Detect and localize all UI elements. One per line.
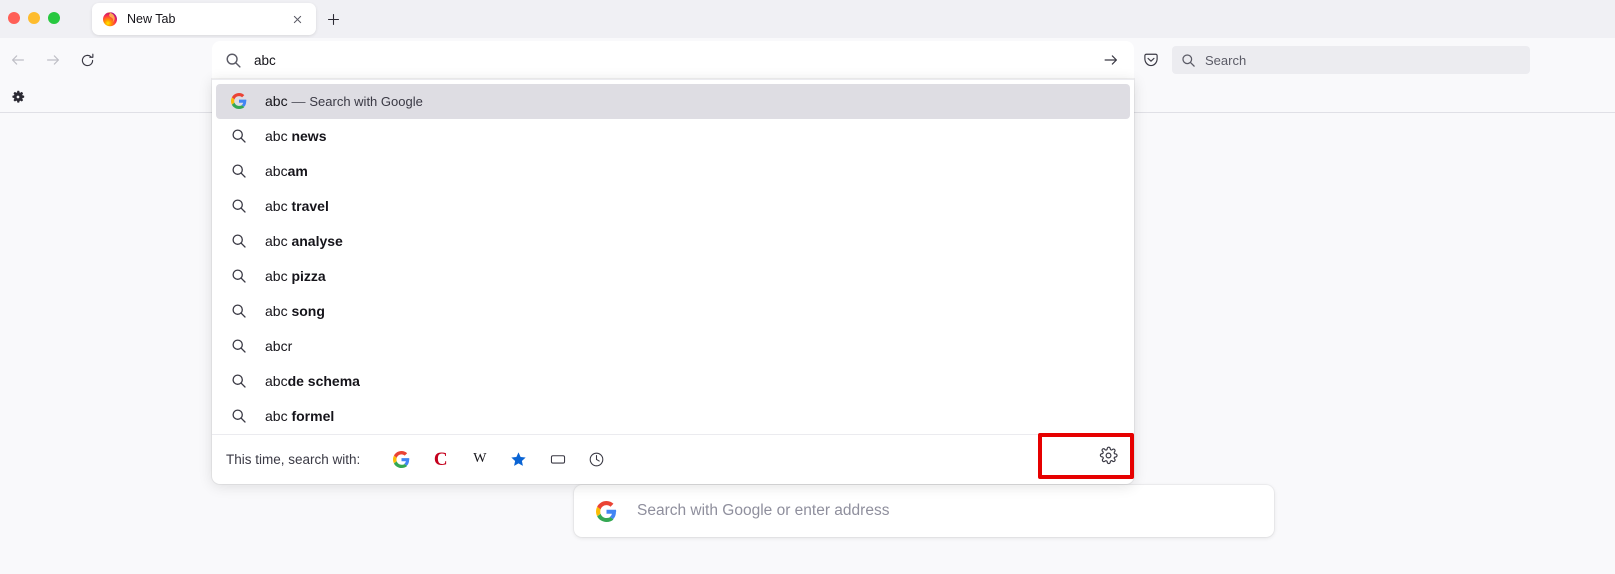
search-icon — [230, 128, 247, 145]
suggestion-text: abc formel — [265, 408, 334, 424]
window-controls — [8, 12, 60, 24]
suggestion-prefix: abc — [265, 163, 288, 180]
suggestion-suffix: pizza — [291, 268, 326, 285]
search-icon — [230, 408, 247, 425]
suggestion-dash: — — [287, 93, 310, 110]
suggestion-suffix: Search with Google — [309, 94, 423, 110]
search-icon — [230, 233, 247, 250]
suggestion-list: abc — Search with Google abc news abcam — [212, 80, 1134, 434]
close-window-button[interactable] — [8, 12, 20, 24]
browser-window: New Tab Search Search with Google or ent… — [0, 0, 1615, 574]
search-icon — [230, 268, 247, 285]
tab-strip: New Tab — [0, 0, 1615, 38]
suggestion-row[interactable]: abc news — [216, 119, 1130, 154]
suggestion-text: abc song — [265, 303, 325, 319]
arrow-right-icon[interactable] — [1098, 47, 1124, 73]
reload-icon[interactable] — [75, 48, 99, 72]
suggestion-text: abc news — [265, 128, 326, 144]
tab-new-tab[interactable]: New Tab — [92, 3, 316, 35]
one-off-engine-tabs[interactable] — [538, 444, 577, 474]
pocket-icon[interactable] — [1139, 48, 1163, 72]
suggestion-suffix: analyse — [291, 233, 343, 250]
one-off-engine-chambers[interactable]: C — [421, 444, 460, 474]
suggestion-prefix: abc — [265, 128, 292, 145]
firefox-logo-icon — [102, 11, 118, 27]
forward-arrow-icon[interactable] — [41, 48, 65, 72]
suggestion-row-search-with-google[interactable]: abc — Search with Google — [216, 83, 1130, 119]
url-bar[interactable]: abc — [212, 41, 1134, 79]
suggestion-suffix: news — [291, 128, 327, 145]
suggestion-suffix: am — [287, 163, 308, 180]
one-off-engine-google[interactable] — [382, 444, 421, 474]
one-off-engine-list: C W — [382, 444, 616, 474]
suggestion-row[interactable]: abc song — [216, 294, 1130, 329]
suggestion-prefix: abcr — [265, 338, 293, 355]
suggestion-row[interactable]: abc formel — [216, 399, 1130, 434]
toolbar-search-box[interactable]: Search — [1172, 46, 1530, 74]
minimize-window-button[interactable] — [28, 12, 40, 24]
search-icon — [1181, 53, 1196, 68]
bookmark-gear-icon[interactable] — [6, 85, 30, 109]
search-icon — [230, 163, 247, 180]
url-input[interactable]: abc — [254, 53, 1098, 68]
suggestion-prefix: abc — [265, 198, 292, 215]
one-off-engine-wikipedia[interactable]: W — [460, 444, 499, 474]
search-icon — [225, 52, 242, 69]
back-arrow-icon[interactable] — [6, 48, 30, 72]
close-tab-icon[interactable] — [288, 10, 306, 28]
one-off-engine-bookmarks[interactable] — [499, 444, 538, 474]
suggestion-row[interactable]: abcr — [216, 329, 1130, 364]
suggestion-prefix: abc — [265, 233, 292, 250]
gear-icon[interactable] — [1099, 446, 1118, 465]
suggestion-prefix: abc — [265, 303, 292, 320]
suggestion-row[interactable]: abcde schema — [216, 364, 1130, 399]
suggestion-row[interactable]: abc travel — [216, 189, 1130, 224]
newtab-search-box[interactable]: Search with Google or enter address — [574, 485, 1274, 537]
wikipedia-w-icon: W — [473, 451, 487, 467]
toolbar-search-placeholder: Search — [1205, 52, 1247, 68]
suggestion-text: abc — Search with Google — [265, 93, 423, 109]
maximize-window-button[interactable] — [48, 12, 60, 24]
clock-icon — [588, 451, 605, 468]
newtab-search-placeholder: Search with Google or enter address — [637, 502, 890, 519]
suggestion-prefix: abc — [265, 373, 288, 390]
tab-title: New Tab — [127, 12, 176, 26]
suggestion-prefix: abc — [265, 93, 288, 110]
suggestion-text: abcde schema — [265, 373, 360, 389]
suggestion-row[interactable]: abc analyse — [216, 224, 1130, 259]
one-off-search-label: This time, search with: — [226, 451, 361, 467]
google-logo-icon — [596, 500, 617, 522]
suggestion-text: abc analyse — [265, 233, 343, 249]
urlbar-results-popup: abc — Search with Google abc news abcam — [212, 79, 1134, 484]
search-icon — [230, 198, 247, 215]
search-icon — [230, 303, 247, 320]
red-c-icon: C — [433, 448, 448, 470]
suggestion-row[interactable]: abc pizza — [216, 259, 1130, 294]
suggestion-prefix: abc — [265, 268, 292, 285]
google-logo-icon — [393, 450, 410, 468]
suggestion-text: abc travel — [265, 198, 329, 214]
search-icon — [230, 338, 247, 355]
suggestion-row[interactable]: abcam — [216, 154, 1130, 189]
search-settings-highlight — [1038, 432, 1134, 479]
google-logo-icon — [230, 93, 247, 110]
suggestion-text: abcam — [265, 163, 308, 179]
one-off-engine-history[interactable] — [577, 444, 616, 474]
suggestion-suffix: song — [291, 303, 325, 320]
star-icon — [510, 451, 527, 468]
tab-rectangle-icon — [549, 450, 567, 468]
suggestion-suffix: formel — [291, 408, 335, 425]
suggestion-suffix: travel — [291, 198, 329, 215]
suggestion-suffix: de schema — [287, 373, 360, 390]
suggestion-prefix: abc — [265, 408, 292, 425]
one-off-search-bar: This time, search with: C W — [212, 432, 1134, 484]
suggestion-text: abcr — [265, 338, 292, 354]
new-tab-button[interactable] — [322, 8, 344, 30]
search-icon — [230, 373, 247, 390]
suggestion-text: abc pizza — [265, 268, 326, 284]
